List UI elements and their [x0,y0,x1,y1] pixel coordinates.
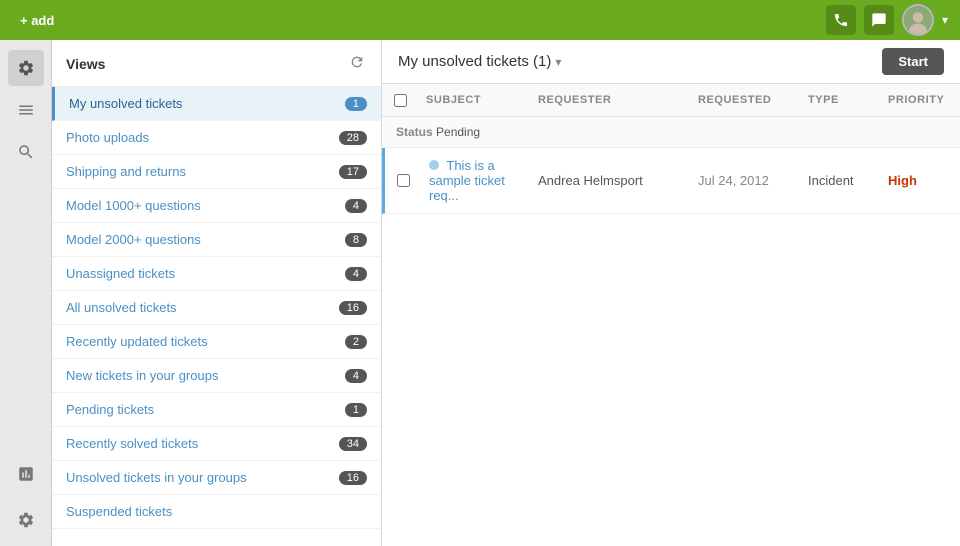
view-item-label-10: Recently solved tickets [66,436,198,451]
ticket-subject-text: This is a sample ticket req... [429,158,505,203]
content-title-text: My unsolved tickets (1) [398,53,551,70]
sidebar-icon-search[interactable] [8,134,44,170]
view-item-10[interactable]: Recently solved tickets 34 [52,427,381,461]
row-priority: High [880,163,960,198]
refresh-button[interactable] [347,52,367,76]
chat-icon[interactable] [864,5,894,35]
view-item-7[interactable]: Recently updated tickets 2 [52,325,381,359]
view-item-label-6: All unsolved tickets [66,300,177,315]
col-requested: REQUESTED [690,90,800,110]
view-item-label-7: Recently updated tickets [66,334,208,349]
avatar[interactable] [902,4,934,36]
main-content: My unsolved tickets (1) ▾ Start SUBJECT … [382,40,960,546]
topbar-left: + add [12,9,62,32]
content-title: My unsolved tickets (1) ▾ [398,53,561,70]
view-item-badge-5: 4 [345,267,367,281]
views-title: Views [66,56,105,72]
view-item-5[interactable]: Unassigned tickets 4 [52,257,381,291]
view-item-badge-6: 16 [339,301,367,315]
row-date: Jul 24, 2012 [690,163,800,198]
view-item-2[interactable]: Shipping and returns 17 [52,155,381,189]
view-item-label-3: Model 1000+ questions [66,198,201,213]
status-dot [429,160,439,170]
title-dropdown-icon[interactable]: ▾ [555,55,561,69]
view-item-badge-1: 28 [339,131,367,145]
sidebar-icon-menu[interactable] [8,92,44,128]
view-item-badge-11: 16 [339,471,367,485]
add-button[interactable]: + add [12,9,62,32]
view-item-4[interactable]: Model 2000+ questions 8 [52,223,381,257]
select-all-checkbox[interactable] [382,90,418,110]
view-item-11[interactable]: Unsolved tickets in your groups 16 [52,461,381,495]
view-item-3[interactable]: Model 1000+ questions 4 [52,189,381,223]
col-type: TYPE [800,90,880,110]
view-item-6[interactable]: All unsolved tickets 16 [52,291,381,325]
row-requester: Andrea Helmsport [530,163,690,198]
view-item-8[interactable]: New tickets in your groups 4 [52,359,381,393]
status-group-header: Status Pending [382,117,960,148]
row-type: Incident [800,163,880,198]
sidebar-icon-chart[interactable] [8,456,44,492]
view-item-label-0: My unsolved tickets [69,96,182,111]
view-item-badge-8: 4 [345,369,367,383]
topbar-right: ▾ [826,4,948,36]
view-item-label-9: Pending tickets [66,402,154,417]
icon-sidebar [0,40,52,546]
view-item-12[interactable]: Suspended tickets [52,495,381,529]
view-item-label-11: Unsolved tickets in your groups [66,470,247,485]
phone-icon[interactable] [826,5,856,35]
views-list: My unsolved tickets1Photo uploads28Shipp… [52,87,381,546]
row-checkbox[interactable] [385,174,421,187]
start-button[interactable]: Start [882,48,944,75]
view-item-0[interactable]: My unsolved tickets 1 [52,87,381,121]
view-item-badge-9: 1 [345,403,367,417]
ticket-table: SUBJECT REQUESTER REQUESTED TYPE PRIORIT… [382,84,960,546]
view-item-label-8: New tickets in your groups [66,368,218,383]
sidebar-icon-settings[interactable] [8,50,44,86]
content-header: My unsolved tickets (1) ▾ Start [382,40,960,84]
view-item-badge-4: 8 [345,233,367,247]
top-bar: + add ▾ [0,0,960,40]
sidebar-icon-gear2[interactable] [8,502,44,538]
views-header: Views [52,40,381,87]
table-row[interactable]: This is a sample ticket req... Andrea He… [382,148,960,214]
row-subject: This is a sample ticket req... [421,148,530,213]
table-header: SUBJECT REQUESTER REQUESTED TYPE PRIORIT… [382,84,960,117]
view-item-badge-3: 4 [345,199,367,213]
view-item-badge-2: 17 [339,165,367,179]
view-item-badge-7: 2 [345,335,367,349]
avatar-dropdown-icon[interactable]: ▾ [942,13,948,27]
view-item-label-4: Model 2000+ questions [66,232,201,247]
view-item-label-1: Photo uploads [66,130,149,145]
view-item-badge-0: 1 [345,97,367,111]
view-item-1[interactable]: Photo uploads 28 [52,121,381,155]
view-item-9[interactable]: Pending tickets 1 [52,393,381,427]
col-requester: REQUESTER [530,90,690,110]
view-item-badge-10: 34 [339,437,367,451]
main-layout: Views My unsolved tickets 1 Photo uploads 2… [0,40,960,546]
views-panel: Views My unsolved tickets 1 Photo uploads 2… [52,40,382,546]
view-item-label-2: Shipping and returns [66,164,186,179]
status-label-text: Status [396,125,433,139]
status-value-text: Pending [436,125,480,139]
col-subject: SUBJECT [418,90,530,110]
view-item-label-5: Unassigned tickets [66,266,175,281]
col-priority: PRIORITY [880,90,960,110]
view-item-label-12: Suspended tickets [66,504,172,519]
